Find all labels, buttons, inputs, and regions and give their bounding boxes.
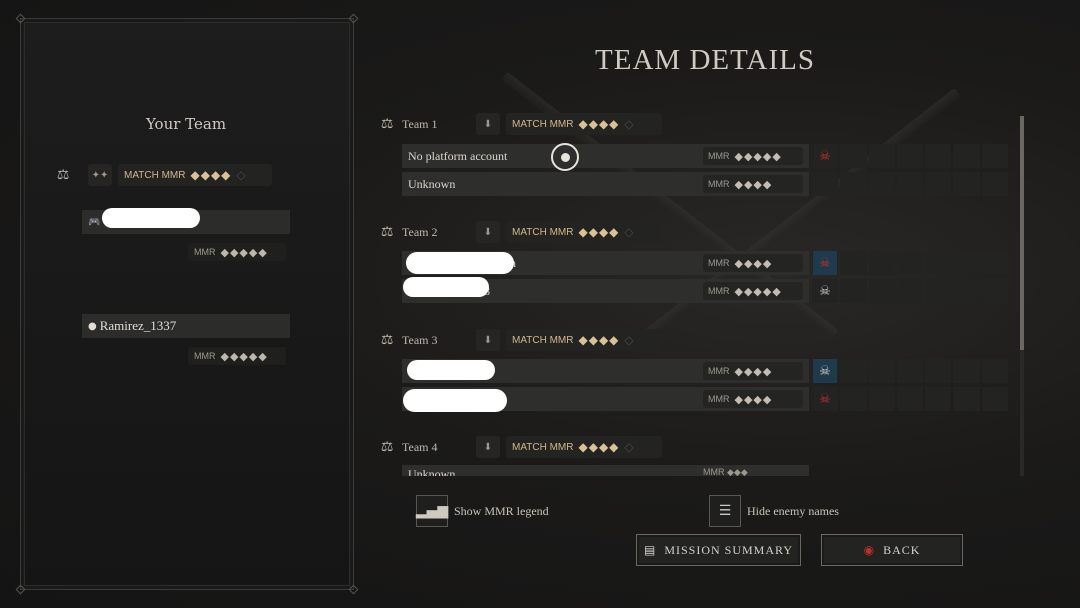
match-mmr-tag: MATCH MMR ◆◆◆◆ ◇ — [506, 436, 662, 458]
team-4-player-1-clipped[interactable]: Unknown MMR ◆◆◆ — [402, 465, 812, 476]
page-title: TEAM DETAILS — [595, 44, 815, 76]
mark-grid — [812, 387, 1008, 411]
mission-summary-label: MISSION SUMMARY — [664, 542, 794, 557]
skull-red-icon: ☠ — [819, 148, 831, 164]
match-mmr-stars: ◆◆◆◆ — [190, 168, 232, 182]
player-name: Unknown — [408, 467, 456, 476]
mark-grid — [812, 144, 1008, 168]
match-mmr-stars: ◆◆◆◆ — [578, 117, 620, 131]
show-mmr-legend-label: Show MMR legend — [454, 503, 549, 518]
player-mmr: MMR ◆◆◆◆◆ — [703, 147, 803, 165]
skull-red-icon: ☠ — [819, 391, 831, 407]
hide-enemy-names-toggle[interactable]: ☰ Hide enemy names — [709, 495, 839, 527]
redacted-name — [407, 360, 495, 380]
match-mmr-label: MATCH MMR — [124, 169, 186, 181]
your-team-heading: Your Team — [145, 115, 227, 133]
match-mmr-empty-star: ◇ — [624, 117, 635, 131]
match-mmr-label: MATCH MMR — [512, 226, 574, 238]
team-1-header: ⚖ Team 1 ⬇ MATCH MMR ◆◆◆◆ ◇ — [378, 113, 662, 135]
player-mmr: MMR ◆◆◆◆ — [703, 362, 803, 380]
match-mmr-label: MATCH MMR — [512, 441, 574, 453]
back-button[interactable]: ◉ BACK — [821, 534, 963, 566]
scrollbar-thumb[interactable] — [1020, 116, 1024, 350]
skull-red-icon: ☠ — [813, 251, 837, 275]
team-2-header: ⚖ Team 2 ⬇ MATCH MMR ◆◆◆◆ ◇ — [378, 221, 662, 243]
match-mmr-tag: MATCH MMR ◆◆◆◆ ◇ — [506, 329, 662, 351]
match-mmr-empty-star: ◇ — [236, 168, 247, 182]
match-mmr-tag: MATCH MMR ◆◆◆◆ ◇ — [118, 164, 272, 186]
team-3-header: ⚖ Team 3 ⬇ MATCH MMR ◆◆◆◆ ◇ — [378, 329, 662, 351]
mmr-label: MMR — [194, 247, 216, 257]
match-mmr-empty-star: ◇ — [624, 333, 635, 347]
match-mmr-empty-star: ◇ — [624, 440, 635, 454]
player-name: Unknown — [408, 176, 456, 191]
redacted-name — [102, 208, 200, 228]
show-mmr-legend-toggle[interactable]: ▂▄▆ Show MMR legend — [416, 495, 549, 527]
team-name: Team 3 — [402, 332, 438, 347]
scale-icon: ⚖ — [380, 439, 394, 455]
cursor-icon — [551, 143, 579, 171]
redacted-name — [403, 389, 507, 412]
player-mmr: MMR ◆◆◆◆◆ — [188, 243, 286, 261]
scale-icon: ⚖ — [380, 116, 394, 132]
mark-grid — [812, 172, 1008, 196]
scale-icon: ⚖ — [56, 167, 70, 183]
back-icon: ◉ — [863, 543, 876, 557]
team-expand-icon[interactable]: ✦✦ — [88, 164, 112, 186]
match-mmr-tag: MATCH MMR ◆◆◆◆ ◇ — [506, 221, 662, 243]
match-mmr-tag: MATCH MMR ◆◆◆◆ ◇ — [506, 113, 662, 135]
team-name: Team 4 — [402, 439, 438, 454]
match-mmr-stars: ◆◆◆◆ — [578, 440, 620, 454]
steam-icon: ● — [88, 320, 97, 332]
mark-grid — [812, 359, 1008, 383]
mission-summary-icon: ▤ — [643, 543, 657, 557]
gamepad-icon: 🎮 — [88, 216, 101, 228]
team-1-player-2[interactable]: Unknown MMR ◆◆◆◆ — [402, 172, 809, 196]
player-name: Ramirez_1337 — [99, 318, 177, 333]
team-expand-icon[interactable]: ⬇ — [476, 329, 500, 351]
mmr-stars: ◆◆◆◆◆ — [220, 245, 268, 259]
back-label: BACK — [883, 542, 921, 557]
match-mmr-stars: ◆◆◆◆ — [578, 333, 620, 347]
bar-chart-icon: ▂▄▆ — [416, 495, 448, 527]
skull-grey-icon: ☠ — [813, 359, 837, 383]
mark-grid — [812, 251, 1008, 275]
skull-grey-icon: ☠ — [819, 283, 831, 299]
your-team-panel: Your Team — [15, 13, 359, 595]
redacted-name — [403, 277, 489, 297]
team-4-header: ⚖ Team 4 ⬇ MATCH MMR ◆◆◆◆ ◇ — [378, 436, 662, 458]
match-mmr-stars: ◆◆◆◆ — [578, 225, 620, 239]
match-mmr-label: MATCH MMR — [512, 118, 574, 130]
redacted-name — [406, 252, 514, 274]
player-mmr: MMR ◆◆◆◆ — [703, 390, 803, 408]
scale-icon: ⚖ — [380, 224, 394, 240]
team-name: Team 2 — [402, 224, 438, 239]
mark-grid — [812, 279, 1008, 303]
team-1-player-1[interactable]: No platform account MMR ◆◆◆◆◆ — [402, 144, 809, 168]
mmr-stars: ◆◆◆◆◆ — [220, 349, 268, 363]
hide-names-icon: ☰ — [709, 495, 741, 527]
team-name: Team 1 — [402, 116, 438, 131]
team-expand-icon[interactable]: ⬇ — [476, 221, 500, 243]
team-expand-icon[interactable]: ⬇ — [476, 113, 500, 135]
match-mmr-label: MATCH MMR — [512, 334, 574, 346]
your-team-player-2[interactable]: ● Ramirez_1337 — [82, 314, 290, 338]
player-mmr: MMR ◆◆◆◆ — [703, 254, 803, 272]
player-mmr: MMR ◆◆◆ — [703, 467, 748, 476]
player-mmr: MMR ◆◆◆◆ — [703, 175, 803, 193]
hide-enemy-names-label: Hide enemy names — [747, 503, 839, 518]
team-expand-icon[interactable]: ⬇ — [476, 436, 500, 458]
player-mmr: MMR ◆◆◆◆◆ — [188, 347, 286, 365]
player-mmr: MMR ◆◆◆◆◆ — [703, 282, 803, 300]
mission-summary-button[interactable]: ▤ MISSION SUMMARY — [636, 534, 801, 566]
mmr-label: MMR — [194, 351, 216, 361]
match-mmr-empty-star: ◇ — [624, 225, 635, 239]
scale-icon: ⚖ — [380, 332, 394, 348]
your-team-mmr-row: ⚖ ✦✦ MATCH MMR ◆◆◆◆ ◇ — [54, 164, 272, 186]
